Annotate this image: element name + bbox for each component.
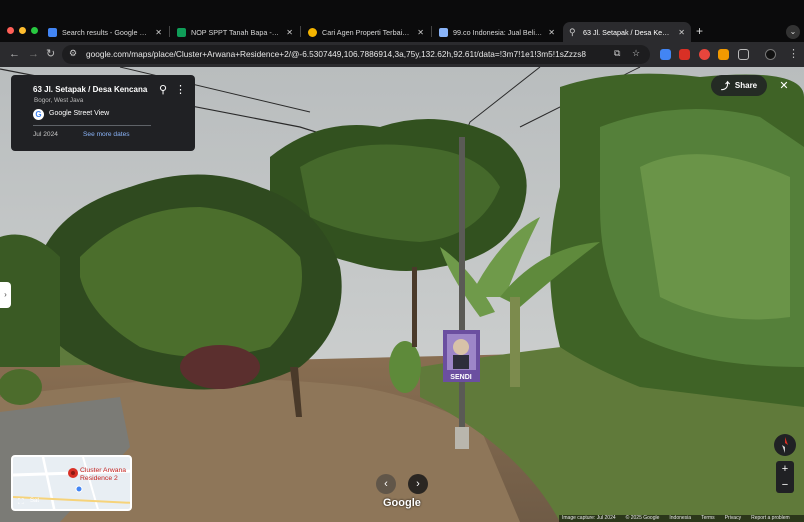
capture-date: Jul 2024 xyxy=(33,131,58,138)
extensions-puzzle-icon[interactable] xyxy=(738,49,749,60)
terms-link[interactable]: Terms xyxy=(701,515,715,522)
tab-title: Search results - Google Drive xyxy=(62,27,150,37)
privacy-link[interactable]: Privacy xyxy=(725,515,741,522)
zoom-out-button[interactable]: − xyxy=(776,477,794,493)
map-pin-icon[interactable]: ⚲ xyxy=(159,83,167,96)
close-tab-icon[interactable]: ✕ xyxy=(286,28,293,37)
place-region: Bogor, West Java xyxy=(34,97,84,104)
tab-title: Cari Agen Properti Terbaik, Te xyxy=(322,27,412,37)
extension-icon[interactable] xyxy=(660,49,671,60)
profile-avatar[interactable] xyxy=(765,49,776,60)
side-panel-toggle[interactable]: › xyxy=(0,282,11,308)
close-tab-icon[interactable]: ✕ xyxy=(417,28,424,37)
tab-title: NOP SPPT Tanah Bapa - Goo xyxy=(191,27,281,37)
next-arrow-button[interactable]: › xyxy=(408,474,428,494)
maximize-window-icon[interactable] xyxy=(31,27,38,34)
zoom-controls: + − xyxy=(776,461,794,493)
site-favicon-icon xyxy=(439,27,448,37)
install-app-icon[interactable]: ⧉ xyxy=(614,48,620,59)
close-tab-icon[interactable]: ✕ xyxy=(155,28,162,37)
address-bar[interactable]: ⚙ google.com/maps/place/Cluster+Arwana+R… xyxy=(62,45,650,64)
see-more-dates-link[interactable]: See more dates xyxy=(83,131,130,138)
minimap[interactable]: Cluster Arwana Residence 2 ⛶ Sat xyxy=(11,455,132,511)
expand-map-icon[interactable]: ⛶ xyxy=(18,497,24,507)
url-text: google.com/maps/place/Cluster+Arwana+Res… xyxy=(86,49,586,59)
close-tab-icon[interactable]: ✕ xyxy=(678,28,685,37)
share-label: Share xyxy=(734,81,758,90)
tab-google-drive[interactable]: Search results - Google Drive ✕ xyxy=(42,22,168,42)
report-problem-link[interactable]: Report a problem xyxy=(751,515,790,522)
previous-arrow-button[interactable]: ‹ xyxy=(376,474,396,494)
minimap-label-line2: Residence 2 xyxy=(80,475,118,482)
place-title: 63 Jl. Setapak / Desa Kencana xyxy=(33,85,148,94)
new-tab-button[interactable]: + xyxy=(696,24,703,38)
compass-icon[interactable] xyxy=(774,434,796,456)
google-watermark: Google xyxy=(383,497,421,509)
close-tab-icon[interactable]: ✕ xyxy=(548,28,555,37)
google-drive-icon xyxy=(48,27,57,37)
extension-icon[interactable] xyxy=(699,49,710,60)
minimize-window-icon[interactable] xyxy=(19,27,26,34)
site-favicon-icon xyxy=(308,27,317,37)
more-options-icon[interactable]: ⋮ xyxy=(175,83,186,96)
bookmark-star-icon[interactable]: ☆ xyxy=(632,48,640,59)
back-button[interactable]: ← xyxy=(9,47,20,61)
browser-toolbar: ← → ↻ ⚙ google.com/maps/place/Cluster+Ar… xyxy=(0,42,804,67)
tab-title: 99.co Indonesia: Jual Beli Ru xyxy=(453,27,543,37)
tab-99co[interactable]: 99.co Indonesia: Jual Beli Ru ✕ xyxy=(433,22,561,42)
tab-street-view[interactable]: ⚲ 63 Jl. Setapak / Desa Kencan ✕ xyxy=(563,22,691,42)
browser-menu-icon[interactable]: ⋮ xyxy=(788,47,799,61)
zoom-in-button[interactable]: + xyxy=(776,461,794,477)
map-pin-icon: ⚲ xyxy=(569,26,576,37)
share-icon: ⤴ xyxy=(720,81,730,91)
image-capture-text: Image capture: Jul 2024 xyxy=(562,515,616,521)
poster-sign-text: SENDI xyxy=(450,374,471,381)
tab-strip: Search results - Google Drive ✕ NOP SPPT… xyxy=(0,0,804,42)
divider xyxy=(33,125,151,126)
tab-search-button[interactable]: ⌄ xyxy=(786,25,800,39)
minimap-fold-label: Sat xyxy=(30,498,40,504)
tab-separator xyxy=(169,26,170,37)
extension-icon[interactable] xyxy=(679,49,690,60)
street-view-source-label: Google Street View xyxy=(49,110,110,117)
copyright-text: © 2025 Google xyxy=(625,515,660,521)
google-sheets-icon xyxy=(177,27,186,37)
tab-agen-properti[interactable]: Cari Agen Properti Terbaik, Te ✕ xyxy=(302,22,430,42)
tab-google-sheets[interactable]: NOP SPPT Tanah Bapa - Goo ✕ xyxy=(171,22,299,42)
map-footer: Image capture: Jul 2024 © 2025 Google In… xyxy=(559,515,804,522)
tab-separator xyxy=(300,26,301,37)
close-window-icon[interactable] xyxy=(7,27,14,34)
google-logo-icon: G xyxy=(33,109,44,120)
extension-icon[interactable] xyxy=(718,49,729,60)
country-link[interactable]: Indonesia xyxy=(669,515,691,522)
tab-title: 63 Jl. Setapak / Desa Kencan xyxy=(583,27,673,37)
location-info-card: 63 Jl. Setapak / Desa Kencana Bogor, Wes… xyxy=(11,75,195,151)
share-button[interactable]: ⤴ Share xyxy=(711,75,767,96)
browser-window: Search results - Google Drive ✕ NOP SPPT… xyxy=(0,0,804,522)
site-info-icon[interactable]: ⚙ xyxy=(69,48,77,59)
minimap-label-line1: Cluster Arwana xyxy=(80,467,127,474)
minimap-place-label: Cluster Arwana Residence 2 xyxy=(80,467,126,483)
close-street-view-button[interactable]: ✕ xyxy=(776,78,792,94)
reload-button[interactable]: ↻ xyxy=(46,47,55,61)
tab-separator xyxy=(431,26,432,37)
forward-button[interactable]: → xyxy=(28,47,39,61)
